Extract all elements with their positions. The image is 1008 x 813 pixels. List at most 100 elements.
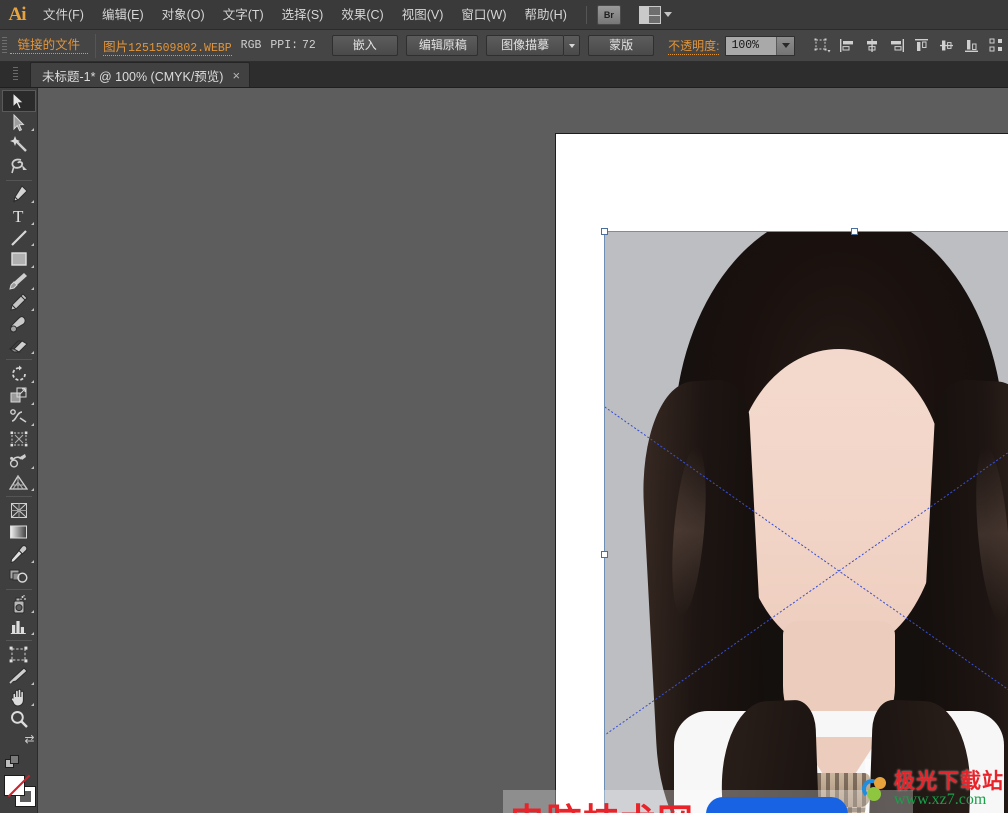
app-logo-icon: Ai	[8, 3, 27, 25]
workspace-switcher[interactable]	[638, 5, 672, 24]
menu-help[interactable]: 帮助(H)	[516, 0, 576, 30]
linked-file-name[interactable]: 图片1251509802.WEBP	[103, 36, 232, 56]
blob-brush-tool[interactable]	[2, 313, 36, 335]
placed-photo-linked[interactable]	[604, 231, 1008, 813]
tool-divider	[5, 179, 32, 181]
paintbrush-tool[interactable]	[2, 270, 36, 292]
tool-flyout-icon	[30, 379, 34, 383]
hand-tool[interactable]	[2, 687, 36, 709]
menu-effect[interactable]: 效果(C)	[332, 0, 392, 30]
illustrator-window: Ai 文件(F) 编辑(E) 对象(O) 文字(T) 选择(S) 效果(C) 视…	[0, 0, 1008, 813]
menu-edit[interactable]: 编辑(E)	[93, 0, 153, 30]
mesh-tool[interactable]	[2, 500, 36, 522]
tool-flyout-icon	[30, 487, 34, 491]
align-center-horizontal-icon[interactable]	[861, 35, 883, 57]
align-right-icon[interactable]	[886, 35, 908, 57]
tool-flyout-icon	[30, 401, 34, 405]
tool-flyout-icon	[30, 703, 34, 707]
tool-flyout-icon	[30, 609, 34, 613]
opacity-value[interactable]: 100%	[726, 39, 776, 52]
column-graph-tool[interactable]	[2, 615, 36, 637]
control-bar-grip[interactable]	[0, 30, 10, 62]
workspace-switcher-icon	[638, 5, 661, 24]
scale-tool[interactable]	[2, 385, 36, 407]
tool-flyout-icon	[30, 631, 34, 635]
gradient-tool[interactable]	[2, 522, 36, 544]
svg-text:T: T	[13, 207, 24, 225]
pencil-tool[interactable]	[2, 292, 36, 314]
opacity-input[interactable]: 100%	[725, 35, 795, 56]
rotate-tool[interactable]	[2, 363, 36, 385]
tool-divider	[5, 495, 32, 497]
close-icon[interactable]: ×	[232, 69, 240, 82]
align-bottom-icon[interactable]	[961, 35, 983, 57]
menu-window[interactable]: 窗口(W)	[452, 0, 515, 30]
eraser-tool[interactable]	[2, 335, 36, 357]
tab-bar-grip[interactable]	[0, 61, 30, 87]
tools-panel: T ⇄	[0, 88, 38, 813]
document-canvas[interactable]: 电脑技术网 www.tagxp.com TAG 极光下载站 www.xz7.co…	[38, 88, 1008, 813]
tool-flyout-icon	[30, 466, 34, 470]
menu-select[interactable]: 选择(S)	[273, 0, 333, 30]
image-trace-split-button[interactable]: 图像描摹	[486, 35, 581, 56]
align-middle-vertical-icon[interactable]	[936, 35, 958, 57]
tool-flyout-icon	[30, 423, 34, 427]
menu-file[interactable]: 文件(F)	[34, 0, 93, 30]
artboard-tool[interactable]	[2, 643, 36, 665]
tool-flyout-icon	[30, 681, 34, 685]
handle-middle-left[interactable]	[601, 551, 608, 558]
bridge-button[interactable]: Br	[596, 4, 621, 25]
eyedropper-tool[interactable]	[2, 543, 36, 565]
pen-tool[interactable]	[2, 184, 36, 206]
file-prefix: 图片	[103, 39, 129, 54]
swap-fill-stroke-icon[interactable]: ⇄	[24, 732, 34, 746]
document-tab[interactable]: 未标题-1* @ 100% (CMYK/预览) ×	[30, 62, 251, 87]
rectangle-tool[interactable]	[2, 248, 36, 270]
fill-stroke-control: ⇄	[2, 732, 36, 770]
blend-tool[interactable]	[2, 565, 36, 587]
perspective-grid-tool[interactable]	[2, 471, 36, 493]
control-divider	[95, 33, 97, 58]
fill-swatch-none[interactable]	[3, 775, 25, 797]
ppi-label: PPI:	[270, 39, 298, 52]
opacity-dropdown-arrow[interactable]	[776, 36, 794, 55]
align-left-icon[interactable]	[836, 35, 858, 57]
magic-wand-tool[interactable]	[2, 133, 36, 155]
opacity-label[interactable]: 不透明度:	[668, 37, 720, 55]
slice-tool[interactable]	[2, 665, 36, 687]
direct-selection-tool[interactable]	[2, 112, 36, 134]
width-tool[interactable]	[2, 407, 36, 429]
menu-type[interactable]: 文字(T)	[214, 0, 273, 30]
control-bar: 链接的文件 图片1251509802.WEBP RGB PPI: 72 嵌入 编…	[0, 30, 1008, 62]
mask-button[interactable]: 蒙版	[588, 35, 655, 56]
menu-bar: Ai 文件(F) 编辑(E) 对象(O) 文字(T) 选择(S) 效果(C) 视…	[0, 0, 1008, 30]
embed-button[interactable]: 嵌入	[331, 35, 398, 56]
document-tab-label: 未标题-1* @ 100% (CMYK/预览)	[42, 69, 224, 84]
free-transform-tool[interactable]	[2, 428, 36, 450]
image-trace-dropdown-arrow[interactable]	[564, 35, 581, 56]
distribute-icon[interactable]	[986, 35, 1008, 57]
color-mode-label: RGB	[240, 39, 262, 52]
transform-dropdown-icon[interactable]	[811, 35, 833, 57]
selection-tool[interactable]	[1, 90, 36, 112]
align-top-icon[interactable]	[911, 35, 933, 57]
tool-divider	[5, 589, 32, 591]
shape-builder-tool[interactable]	[2, 450, 36, 472]
zoom-tool[interactable]	[2, 708, 36, 730]
menu-object[interactable]: 对象(O)	[153, 0, 214, 30]
object-type-label[interactable]: 链接的文件	[9, 37, 89, 54]
tool-divider	[5, 359, 32, 361]
image-trace-button[interactable]: 图像描摹	[486, 35, 565, 56]
menu-view[interactable]: 视图(V)	[393, 0, 453, 30]
lasso-tool[interactable]	[2, 155, 36, 177]
align-toolgroup	[811, 35, 1008, 57]
file-basename: 1251509802.WEBP	[128, 41, 232, 55]
edit-original-button[interactable]: 编辑原稿	[405, 35, 479, 56]
line-segment-tool[interactable]	[2, 227, 36, 249]
handle-top-left[interactable]	[601, 228, 608, 235]
type-tool[interactable]: T	[2, 205, 36, 227]
tool-flyout-icon	[30, 559, 34, 563]
symbol-sprayer-tool[interactable]	[2, 593, 36, 615]
handle-top-center[interactable]	[851, 228, 858, 235]
tool-flyout-icon	[30, 128, 34, 132]
